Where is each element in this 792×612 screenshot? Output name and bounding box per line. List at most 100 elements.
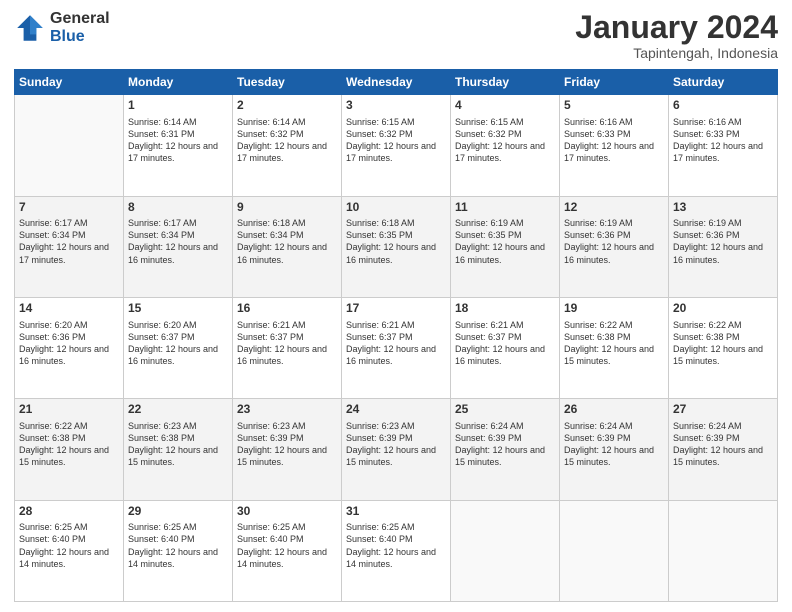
table-row: 19 Sunrise: 6:22 AMSunset: 6:38 PMDayligh… [560,297,669,398]
day-info: Sunrise: 6:23 AMSunset: 6:39 PMDaylight:… [346,420,446,469]
day-info: Sunrise: 6:23 AMSunset: 6:38 PMDaylight:… [128,420,228,469]
day-number: 18 [455,301,555,317]
table-row: 8Sunrise: 6:17 AMSunset: 6:34 PMDaylight… [124,196,233,297]
day-info: Sunrise: 6:18 AMSunset: 6:35 PMDaylight:… [346,217,446,266]
day-number: 21 [19,402,119,418]
table-row: 1 Sunrise: 6:14 AMSunset: 6:31 PMDaylight… [124,95,233,196]
day-info: Sunrise: 6:17 AMSunset: 6:34 PMDaylight:… [19,217,119,266]
day-number: 30 [237,504,337,520]
table-row: 31Sunrise: 6:25 AMSunset: 6:40 PMDayligh… [342,500,451,601]
table-row: 28Sunrise: 6:25 AMSunset: 6:40 PMDayligh… [15,500,124,601]
day-info: Sunrise: 6:14 AMSunset: 6:32 PMDaylight:… [237,116,337,165]
day-number: 22 [128,402,228,418]
day-info: Sunrise: 6:16 AMSunset: 6:33 PMDaylight:… [564,116,664,165]
day-number: 31 [346,504,446,520]
day-number: 4 [455,98,555,114]
col-thursday: Thursday [451,70,560,95]
day-info: Sunrise: 6:15 AMSunset: 6:32 PMDaylight:… [346,116,446,165]
table-row: 11Sunrise: 6:19 AMSunset: 6:35 PMDayligh… [451,196,560,297]
day-number: 29 [128,504,228,520]
table-row: 17Sunrise: 6:21 AMSunset: 6:37 PMDayligh… [342,297,451,398]
table-row: 7Sunrise: 6:17 AMSunset: 6:34 PMDaylight… [15,196,124,297]
table-row: 9Sunrise: 6:18 AMSunset: 6:34 PMDaylight… [233,196,342,297]
day-number: 28 [19,504,119,520]
calendar-week-row: 21 Sunrise: 6:22 AMSunset: 6:38 PMDayligh… [15,399,778,500]
day-number: 16 [237,301,337,317]
header: General Blue January 2024 Tapintengah, I… [14,10,778,61]
table-row: 2 Sunrise: 6:14 AMSunset: 6:32 PMDaylight… [233,95,342,196]
table-row [669,500,778,601]
title-location: Tapintengah, Indonesia [575,45,778,61]
col-tuesday: Tuesday [233,70,342,95]
title-month: January 2024 [575,10,778,45]
table-row [451,500,560,601]
table-row: 6Sunrise: 6:16 AMSunset: 6:33 PMDaylight… [669,95,778,196]
table-row [15,95,124,196]
day-number: 20 [673,301,773,317]
table-row: 16 Sunrise: 6:21 AMSunset: 6:37 PMDayligh… [233,297,342,398]
day-number: 14 [19,301,119,317]
day-info: Sunrise: 6:19 AMSunset: 6:36 PMDaylight:… [673,217,773,266]
col-saturday: Saturday [669,70,778,95]
title-block: January 2024 Tapintengah, Indonesia [575,10,778,61]
logo: General Blue [14,10,110,45]
day-info: Sunrise: 6:21 AMSunset: 6:37 PMDaylight:… [455,319,555,368]
calendar-header-row: Sunday Monday Tuesday Wednesday Thursday… [15,70,778,95]
day-info: Sunrise: 6:14 AMSunset: 6:31 PMDaylight:… [128,116,228,165]
day-info: Sunrise: 6:18 AMSunset: 6:34 PMDaylight:… [237,217,337,266]
day-info: Sunrise: 6:25 AMSunset: 6:40 PMDaylight:… [346,521,446,570]
table-row: 4 Sunrise: 6:15 AMSunset: 6:32 PMDaylight… [451,95,560,196]
logo-general: General [50,10,110,28]
day-info: Sunrise: 6:24 AMSunset: 6:39 PMDaylight:… [673,420,773,469]
day-number: 8 [128,200,228,216]
day-info: Sunrise: 6:25 AMSunset: 6:40 PMDaylight:… [128,521,228,570]
day-number: 13 [673,200,773,216]
day-info: Sunrise: 6:19 AMSunset: 6:35 PMDaylight:… [455,217,555,266]
day-number: 27 [673,402,773,418]
day-info: Sunrise: 6:24 AMSunset: 6:39 PMDaylight:… [455,420,555,469]
table-row [560,500,669,601]
day-info: Sunrise: 6:17 AMSunset: 6:34 PMDaylight:… [128,217,228,266]
day-info: Sunrise: 6:25 AMSunset: 6:40 PMDaylight:… [237,521,337,570]
day-number: 23 [237,402,337,418]
day-info: Sunrise: 6:15 AMSunset: 6:32 PMDaylight:… [455,116,555,165]
table-row: 26Sunrise: 6:24 AMSunset: 6:39 PMDayligh… [560,399,669,500]
table-row: 10Sunrise: 6:18 AMSunset: 6:35 PMDayligh… [342,196,451,297]
table-row: 15Sunrise: 6:20 AMSunset: 6:37 PMDayligh… [124,297,233,398]
day-number: 2 [237,98,337,114]
day-number: 26 [564,402,664,418]
day-number: 7 [19,200,119,216]
page: General Blue January 2024 Tapintengah, I… [0,0,792,612]
table-row: 12Sunrise: 6:19 AMSunset: 6:36 PMDayligh… [560,196,669,297]
day-info: Sunrise: 6:19 AMSunset: 6:36 PMDaylight:… [564,217,664,266]
calendar-week-row: 14Sunrise: 6:20 AMSunset: 6:36 PMDayligh… [15,297,778,398]
day-number: 9 [237,200,337,216]
col-wednesday: Wednesday [342,70,451,95]
table-row: 30Sunrise: 6:25 AMSunset: 6:40 PMDayligh… [233,500,342,601]
table-row: 3 Sunrise: 6:15 AMSunset: 6:32 PMDaylight… [342,95,451,196]
day-number: 19 [564,301,664,317]
table-row: 29Sunrise: 6:25 AMSunset: 6:40 PMDayligh… [124,500,233,601]
day-info: Sunrise: 6:16 AMSunset: 6:33 PMDaylight:… [673,116,773,165]
day-number: 5 [564,98,664,114]
day-info: Sunrise: 6:22 AMSunset: 6:38 PMDaylight:… [673,319,773,368]
table-row: 5 Sunrise: 6:16 AMSunset: 6:33 PMDaylight… [560,95,669,196]
day-info: Sunrise: 6:22 AMSunset: 6:38 PMDaylight:… [564,319,664,368]
calendar-week-row: 1 Sunrise: 6:14 AMSunset: 6:31 PMDaylight… [15,95,778,196]
day-number: 17 [346,301,446,317]
day-number: 1 [128,98,228,114]
day-info: Sunrise: 6:20 AMSunset: 6:37 PMDaylight:… [128,319,228,368]
calendar-table: Sunday Monday Tuesday Wednesday Thursday… [14,69,778,602]
day-info: Sunrise: 6:22 AMSunset: 6:38 PMDaylight:… [19,420,119,469]
logo-blue: Blue [50,28,110,46]
day-number: 3 [346,98,446,114]
table-row: 18 Sunrise: 6:21 AMSunset: 6:37 PMDayligh… [451,297,560,398]
table-row: 20 Sunrise: 6:22 AMSunset: 6:38 PMDayligh… [669,297,778,398]
table-row: 24Sunrise: 6:23 AMSunset: 6:39 PMDayligh… [342,399,451,500]
table-row: 22 Sunrise: 6:23 AMSunset: 6:38 PMDayligh… [124,399,233,500]
calendar-week-row: 7Sunrise: 6:17 AMSunset: 6:34 PMDaylight… [15,196,778,297]
logo-icon [14,12,46,44]
table-row: 23Sunrise: 6:23 AMSunset: 6:39 PMDayligh… [233,399,342,500]
day-number: 11 [455,200,555,216]
day-info: Sunrise: 6:21 AMSunset: 6:37 PMDaylight:… [237,319,337,368]
